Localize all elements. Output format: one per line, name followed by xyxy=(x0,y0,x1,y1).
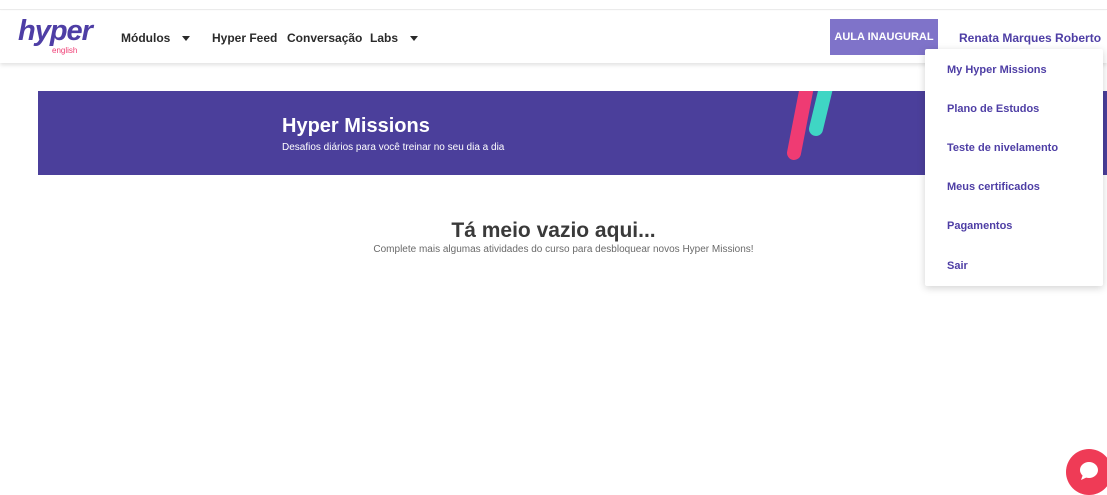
page-subtitle: Desafios diários para você treinar no se… xyxy=(282,142,505,153)
nav-hyper-feed[interactable]: Hyper Feed xyxy=(212,31,277,45)
nav-hyper-feed-label: Hyper Feed xyxy=(212,31,278,45)
menu-item-my-hyper-missions[interactable]: My Hyper Missions xyxy=(947,64,1047,76)
menu-item-teste-de-nivelamento[interactable]: Teste de nivelamento xyxy=(947,142,1058,154)
nav-labs-label: Labs xyxy=(370,31,399,45)
hyper-logo[interactable]: hyper english xyxy=(18,15,93,59)
nav-modulos-label: Módulos xyxy=(121,31,171,45)
logo-wordmark: hyper xyxy=(18,15,93,47)
user-name: Renata Marques Roberto xyxy=(959,31,1102,45)
menu-item-pagamentos[interactable]: Pagamentos xyxy=(947,220,1012,232)
nav-labs[interactable]: Labs xyxy=(370,31,419,45)
caret-down-icon xyxy=(410,36,419,41)
top-strip xyxy=(0,0,1107,10)
caret-down-icon xyxy=(182,36,191,41)
logo-subtitle: english xyxy=(52,46,78,55)
user-menu-toggle[interactable]: Renata Marques Roberto xyxy=(959,31,1107,45)
nav-modulos[interactable]: Módulos xyxy=(121,31,191,45)
chat-bubble-icon xyxy=(1080,462,1098,480)
menu-item-sair[interactable]: Sair xyxy=(947,260,968,272)
aula-inaugural-button[interactable]: AULA INAUGURAL xyxy=(830,19,938,55)
menu-item-meus-certificados[interactable]: Meus certificados xyxy=(947,181,1040,193)
user-dropdown-menu: My Hyper Missions Plano de Estudos Teste… xyxy=(925,49,1103,286)
page-title: Hyper Missions xyxy=(282,115,430,137)
nav-conversacao[interactable]: Conversação xyxy=(287,31,362,45)
decorative-stripes xyxy=(787,91,833,160)
nav-conversacao-label: Conversação xyxy=(287,31,363,45)
menu-item-plano-de-estudos[interactable]: Plano de Estudos xyxy=(947,103,1039,115)
chat-button[interactable] xyxy=(1066,449,1107,495)
